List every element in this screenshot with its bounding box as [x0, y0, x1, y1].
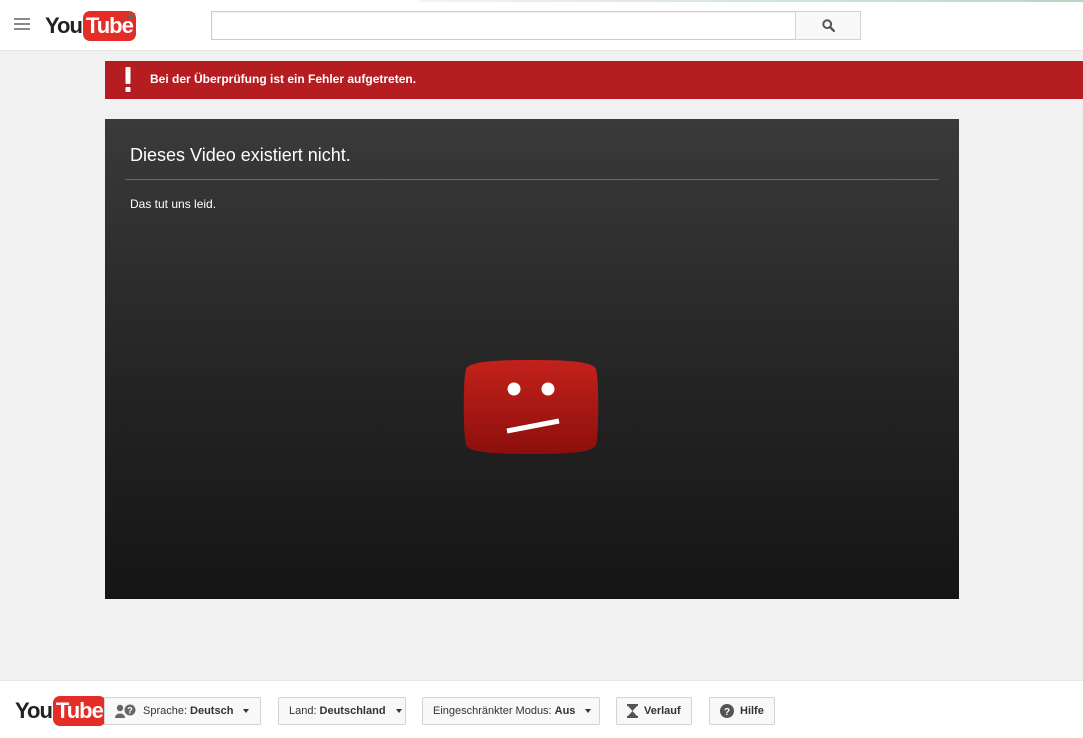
masthead-accent-line [420, 0, 1083, 2]
help-button[interactable]: ? Hilfe [709, 697, 775, 725]
footer-youtube-logo[interactable]: You Tube [15, 696, 106, 726]
country-value: Deutschland [319, 705, 386, 717]
video-player-error: Dieses Video existiert nicht. Das tut un… [105, 119, 959, 599]
hourglass-icon [627, 704, 638, 718]
language-picker-button[interactable]: ? Sprache: Deutsch [104, 697, 261, 725]
logo-you-text: You [15, 698, 53, 723]
guide-menu-icon[interactable] [14, 18, 30, 32]
chevron-down-icon [585, 709, 592, 713]
country-picker-button[interactable]: Land: Deutschland [278, 697, 406, 725]
chevron-down-icon [243, 709, 250, 713]
error-alert: Bei der Überprüfung ist ein Fehler aufge… [105, 61, 1083, 99]
svg-text:?: ? [724, 707, 730, 718]
language-icon: ? [115, 704, 137, 718]
divider [125, 179, 939, 180]
error-title: Dieses Video existiert nicht. [130, 145, 351, 165]
help-label: Hilfe [740, 705, 764, 717]
search-input[interactable] [212, 12, 796, 39]
help-icon: ? [720, 704, 734, 718]
safety-mode-value: Aus [554, 705, 576, 717]
error-subtitle: Das tut uns leid. [130, 197, 217, 211]
history-label: Verlauf [644, 705, 681, 717]
footer: You Tube ? Sprache: Deutsch Land: Deutsc… [0, 680, 1083, 738]
search-box [211, 11, 796, 40]
exclamation-icon [125, 67, 131, 92]
country-label: Land: [289, 705, 317, 717]
history-button[interactable]: Verlauf [616, 697, 692, 725]
language-label: Sprache: [143, 705, 188, 717]
safety-mode-label: Eingeschränkter Modus: [433, 705, 552, 717]
svg-text:?: ? [127, 706, 133, 716]
logo-you-text: You [45, 13, 83, 38]
chevron-down-icon [395, 709, 402, 713]
search-icon [821, 19, 835, 32]
alert-message: Bei der Überprüfung ist ein Fehler aufge… [150, 72, 417, 86]
language-value: Deutsch [190, 705, 234, 717]
logo-tube-text: Tube [52, 696, 106, 726]
country-code: DE [122, 12, 136, 23]
masthead: You Tube DE [0, 0, 1083, 51]
safety-mode-button[interactable]: Eingeschränkter Modus: Aus [422, 697, 600, 725]
search-button[interactable] [795, 11, 861, 40]
sad-tv-icon [463, 360, 599, 454]
